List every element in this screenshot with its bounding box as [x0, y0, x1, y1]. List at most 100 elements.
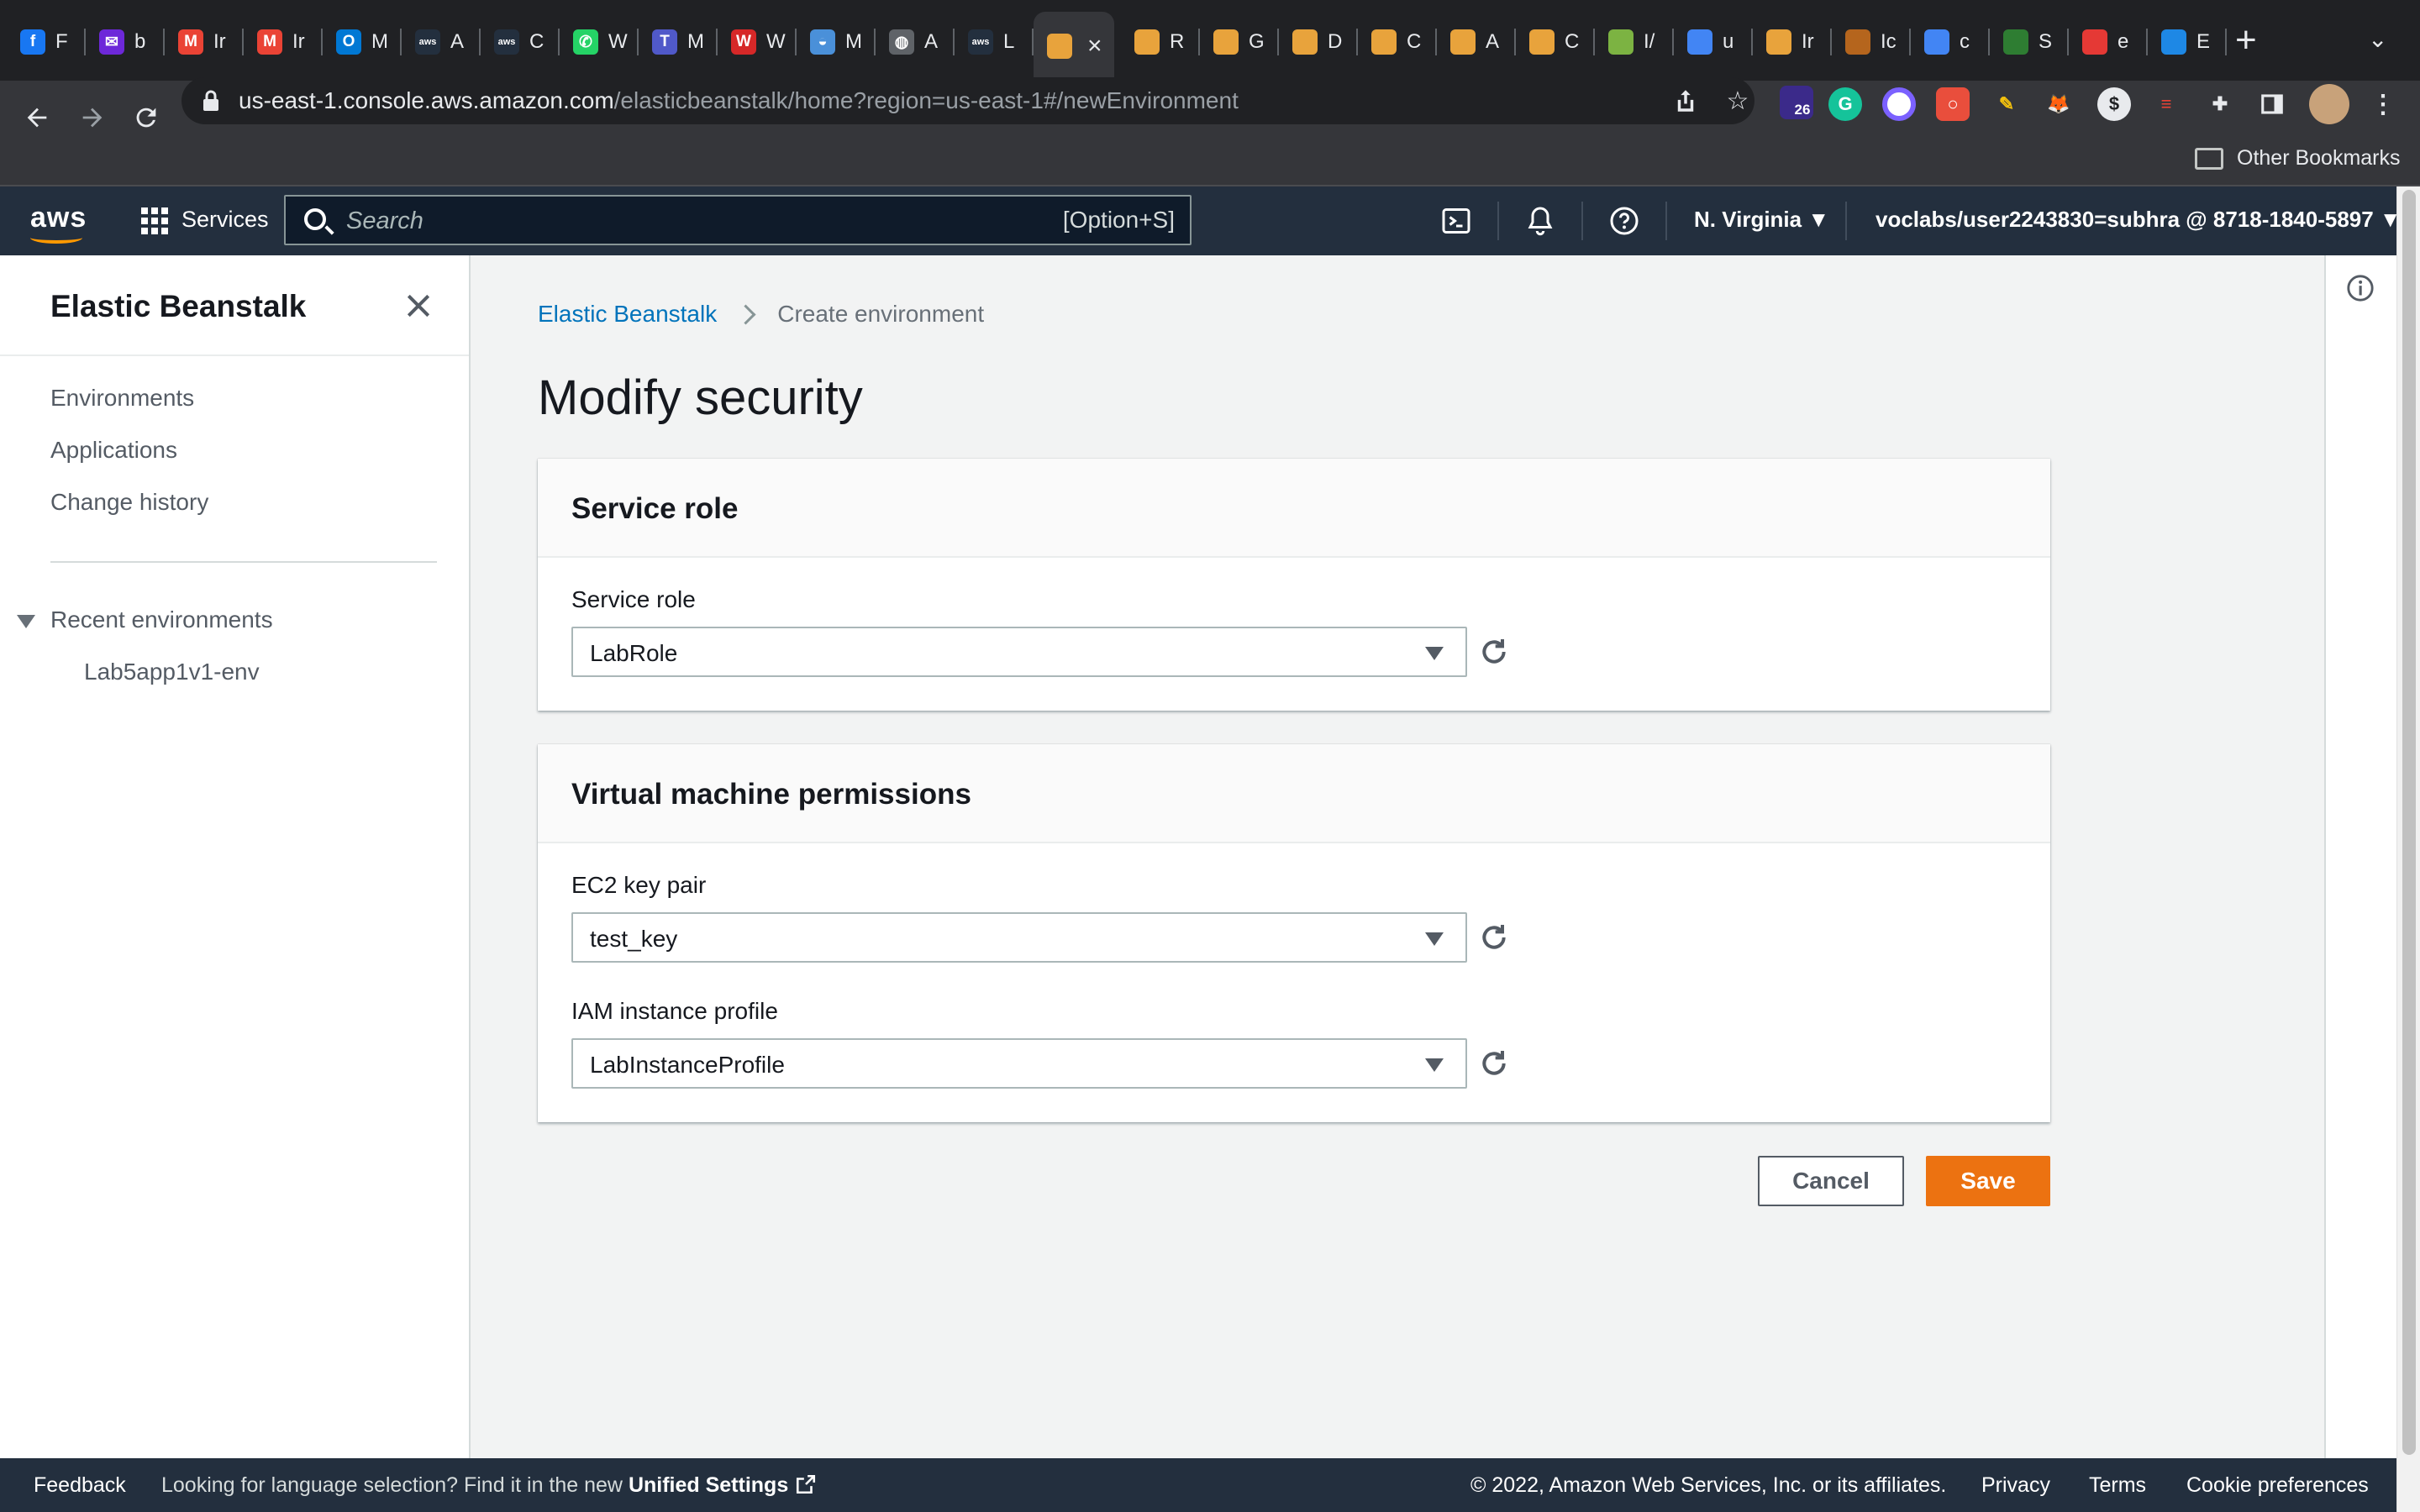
refresh-icon[interactable] [1477, 921, 1511, 954]
forward-icon[interactable] [71, 96, 114, 139]
browser-tab[interactable]: ✉ b [86, 15, 165, 69]
services-grid-icon[interactable] [141, 207, 168, 234]
browser-tab[interactable]: G [1200, 15, 1279, 69]
tab-title: u [1723, 30, 1734, 53]
tab-title: M [845, 30, 862, 53]
share-icon[interactable] [1669, 84, 1702, 118]
search-shortcut-hint: [Option+S] [1062, 207, 1175, 233]
browser-tab-active[interactable]: × [1034, 12, 1114, 81]
services-menu[interactable]: Services [182, 207, 269, 233]
metamask-icon[interactable]: 🦊 [2042, 87, 2075, 121]
browser-tab[interactable]: C [1358, 15, 1437, 69]
page-title: Modify security [538, 370, 863, 425]
aws-logo[interactable]: aws [30, 202, 87, 234]
privacy-link[interactable]: Privacy [1981, 1473, 2050, 1498]
search-input[interactable] [346, 205, 918, 237]
sidebar-item-change-history[interactable]: Change history [50, 489, 208, 516]
browser-tab[interactable]: OM [323, 15, 402, 69]
browser-tab[interactable]: u [1674, 15, 1753, 69]
browser-tab[interactable]: A [1437, 15, 1516, 69]
aws-top-nav: aws Services [Option+S] N. Virginia ▼ vo… [0, 186, 2402, 255]
cookie-preferences-link[interactable]: Cookie preferences [2186, 1473, 2369, 1498]
cloudshell-icon[interactable] [1440, 205, 1472, 237]
notifications-bell-icon[interactable] [1524, 205, 1556, 237]
browser-tab[interactable]: C [1516, 15, 1595, 69]
header-divider [1665, 202, 1667, 240]
grammarly-icon[interactable]: G [1828, 87, 1862, 121]
account-menu[interactable]: voclabs/user2243830=subhra @ 8718-1840-5… [1876, 207, 2402, 233]
sidebar-item-environments[interactable]: Environments [50, 385, 194, 412]
browser-tab[interactable]: fF [7, 15, 86, 69]
iam-instance-profile-select[interactable]: LabInstanceProfile [571, 1038, 1467, 1089]
highlighter-icon[interactable]: ✎ [1990, 87, 2023, 121]
tab-title: W [608, 30, 628, 53]
browser-tab[interactable]: e [2069, 15, 2148, 69]
record-icon[interactable]: ○ [1936, 87, 1970, 121]
bookmark-star-icon[interactable]: ☆ [1721, 84, 1754, 118]
extensions-puzzle-icon[interactable]: ✚ [2203, 87, 2237, 121]
service-role-select[interactable]: LabRole [571, 627, 1467, 677]
dollar-icon[interactable]: $ [2097, 87, 2131, 121]
browser-tab[interactable]: M Ir [165, 15, 244, 69]
back-icon[interactable] [15, 96, 59, 139]
color-picker-icon[interactable] [1882, 87, 1916, 121]
address-bar[interactable]: us-east-1.console.aws.amazon.com/elastic… [182, 77, 1754, 124]
close-icon[interactable] [402, 289, 435, 323]
browser-tab[interactable]: aws C [481, 15, 560, 69]
save-button[interactable]: Save [1926, 1156, 2050, 1206]
expand-caret-icon[interactable] [17, 615, 35, 628]
browser-tab[interactable]: aws L [955, 15, 1034, 69]
browser-tab[interactable]: WW [718, 15, 797, 69]
tab-favicon-icon: ◒ [810, 29, 835, 55]
profile-avatar[interactable] [2309, 84, 2349, 124]
panel-heading: Virtual machine permissions [571, 778, 971, 811]
browser-tab[interactable]: ◍ A [876, 15, 955, 69]
browser-tab[interactable]: I/ [1595, 15, 1674, 69]
tab-search-icon[interactable]: ⌄ [2368, 25, 2387, 53]
tab-separator [1909, 29, 1911, 55]
reload-icon[interactable] [124, 96, 168, 139]
side-panel-icon[interactable] [2255, 87, 2289, 121]
unified-settings-link[interactable]: Unified Settings [629, 1473, 788, 1497]
refresh-icon[interactable] [1477, 1047, 1511, 1080]
browser-tab[interactable]: E [2148, 15, 2227, 69]
other-bookmarks[interactable]: Other Bookmarks [2237, 146, 2401, 171]
tab-title: I/ [1644, 30, 1655, 53]
terms-link[interactable]: Terms [2089, 1473, 2146, 1498]
info-icon[interactable] [2346, 274, 2375, 302]
browser-tab[interactable]: ✆ W [560, 15, 639, 69]
browser-tab[interactable]: S [1990, 15, 2069, 69]
help-icon[interactable] [1608, 205, 1640, 237]
tab-favicon-icon: T [652, 29, 677, 55]
page-scrollbar[interactable] [2396, 186, 2420, 1512]
browser-tab[interactable]: D [1279, 15, 1358, 69]
browser-menu-icon[interactable]: ⋮ [2366, 87, 2400, 121]
sidebar-item-applications[interactable]: Applications [50, 437, 177, 464]
browser-tab[interactable]: ◒ M [797, 15, 876, 69]
sidenav-title[interactable]: Elastic Beanstalk [50, 289, 306, 324]
tab-close-icon[interactable]: × [1087, 32, 1102, 60]
browser-tab[interactable]: Ic [1832, 15, 1911, 69]
refresh-icon[interactable] [1477, 635, 1511, 669]
feedback-link[interactable]: Feedback [34, 1473, 126, 1498]
browser-tab[interactable]: M Ir [244, 15, 323, 69]
browser-tab[interactable]: R [1121, 15, 1200, 69]
aws-search-box[interactable]: [Option+S] [284, 195, 1192, 245]
breadcrumb-link[interactable]: Elastic Beanstalk [538, 301, 717, 328]
cancel-button[interactable]: Cancel [1758, 1156, 1904, 1206]
tab-favicon-icon [1371, 29, 1397, 55]
tab-favicon-icon: ✉ [99, 29, 124, 55]
new-tab-button[interactable]: + [2235, 22, 2257, 59]
browser-tab[interactable]: Ir [1753, 15, 1832, 69]
browser-tab[interactable]: aws A [402, 15, 481, 69]
browser-tab[interactable]: TM [639, 15, 718, 69]
region-selector[interactable]: N. Virginia ▼ [1694, 207, 1829, 233]
stack-icon[interactable]: ≡ [2149, 87, 2183, 121]
ec2-key-pair-select[interactable]: test_key [571, 912, 1467, 963]
browser-tab[interactable]: c [1911, 15, 1990, 69]
scrollbar-thumb[interactable] [2402, 190, 2416, 1455]
tab-favicon-icon [1766, 29, 1791, 55]
recent-environments-toggle[interactable]: Recent environments [50, 606, 273, 633]
extension-icon[interactable]: 26 [1780, 86, 1813, 119]
recent-environment-link[interactable]: Lab5app1v1-env [84, 659, 260, 685]
